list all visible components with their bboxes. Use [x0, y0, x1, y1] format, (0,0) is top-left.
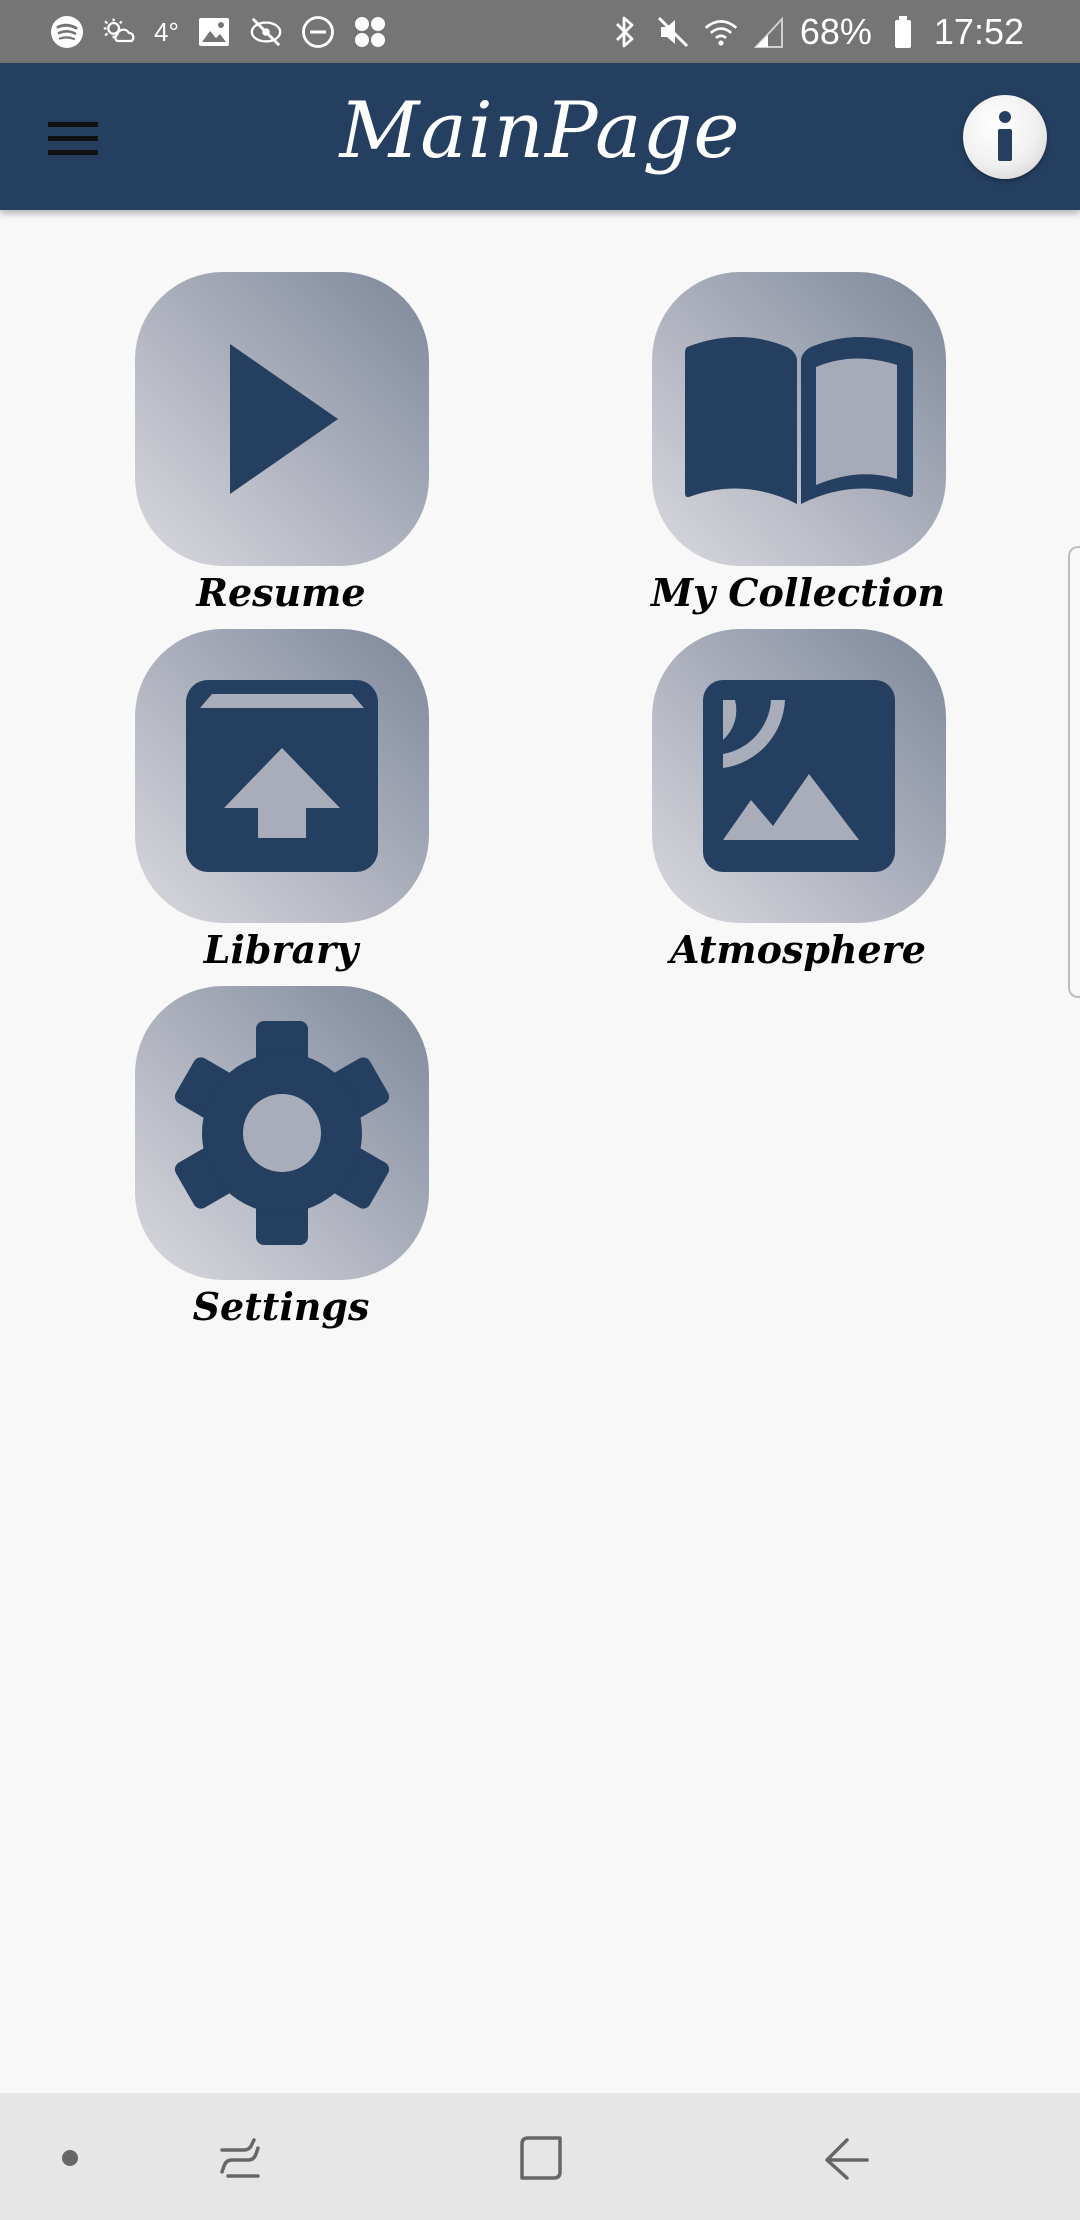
page-title: MainPage — [339, 86, 741, 176]
edge-panel-handle[interactable] — [1068, 546, 1080, 998]
book-icon — [685, 337, 913, 504]
spotify-icon — [50, 15, 84, 49]
battery-percentage: 68% — [799, 11, 872, 52]
app-bar: MainPage — [0, 63, 1080, 210]
image-icon — [197, 15, 231, 49]
status-right-icons: 68% 17:52 — [608, 10, 1024, 54]
status-bar: 4° 68% 17:52 — [0, 0, 1080, 63]
info-button[interactable] — [963, 95, 1047, 179]
wifi-icon — [704, 15, 738, 49]
settings-tile[interactable] — [135, 986, 429, 1280]
signal-icon — [752, 15, 786, 49]
home-button[interactable] — [507, 2123, 577, 2193]
resume-label: Resume — [196, 570, 366, 615]
landscape-icon — [703, 680, 895, 872]
recents-icon — [220, 2138, 260, 2178]
status-left-icons: 4° — [50, 10, 387, 54]
recents-button[interactable] — [205, 2123, 275, 2193]
play-icon — [230, 344, 338, 494]
weather-icon — [102, 15, 136, 49]
bluetooth-icon — [608, 15, 642, 49]
mute-icon — [656, 15, 690, 49]
library-tile[interactable] — [135, 629, 429, 923]
info-icon — [998, 111, 1012, 161]
back-icon — [825, 2138, 869, 2180]
library-label: Library — [203, 927, 359, 972]
apps-icon — [353, 15, 387, 49]
home-icon — [520, 2136, 562, 2180]
settings-label: Settings — [192, 1284, 370, 1329]
temperature-text: 4° — [154, 17, 179, 47]
my-collection-label: My Collection — [650, 570, 946, 615]
nav-dot-button[interactable] — [35, 2123, 105, 2193]
dot-icon — [62, 2150, 78, 2166]
atmosphere-tile[interactable] — [652, 629, 946, 923]
gear-icon — [174, 1021, 390, 1245]
clock: 17:52 — [933, 11, 1024, 52]
back-button[interactable] — [810, 2123, 880, 2193]
resume-tile[interactable] — [135, 272, 429, 566]
archive-upload-icon — [186, 680, 378, 872]
do-not-disturb-icon — [301, 15, 335, 49]
atmosphere-label: Atmosphere — [670, 927, 926, 972]
eye-off-icon — [249, 15, 283, 49]
navigation-bar — [0, 2093, 1080, 2220]
my-collection-tile[interactable] — [652, 272, 946, 566]
battery-icon — [886, 15, 920, 49]
